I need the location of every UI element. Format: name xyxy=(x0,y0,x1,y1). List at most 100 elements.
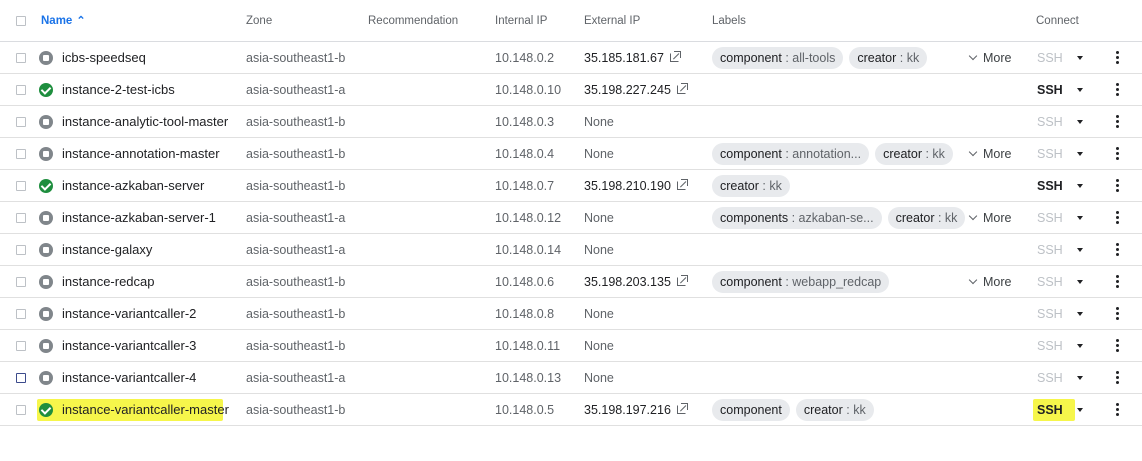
table-row[interactable]: instance-annotation-master asia-southeast… xyxy=(0,138,1142,170)
ssh-button[interactable]: SSH xyxy=(1037,42,1063,73)
ssh-options-dropdown[interactable] xyxy=(1077,394,1085,425)
instance-name-link[interactable]: instance-variantcaller-4 xyxy=(62,362,196,393)
table-row[interactable]: instance-redcap asia-southeast1-b 10.148.0… xyxy=(0,266,1142,298)
ssh-options-dropdown[interactable] xyxy=(1077,330,1085,361)
more-labels-button[interactable]: More xyxy=(968,202,1011,233)
row-checkbox[interactable] xyxy=(16,180,26,191)
more-actions-icon[interactable] xyxy=(1113,106,1121,137)
more-labels-button[interactable]: More xyxy=(968,42,1011,73)
external-link-icon[interactable] xyxy=(676,275,688,286)
select-all-checkbox[interactable] xyxy=(16,15,26,26)
instance-name-link[interactable]: instance-variantcaller-3 xyxy=(62,330,196,361)
external-ip-cell[interactable]: 35.198.197.216 xyxy=(584,394,688,425)
row-checkbox[interactable] xyxy=(16,308,26,319)
ssh-button[interactable]: SSH xyxy=(1037,138,1063,169)
sort-ascending-icon[interactable]: ⌃ xyxy=(76,14,85,27)
more-actions-icon[interactable] xyxy=(1113,138,1121,169)
internal-ip-column-header[interactable]: Internal IP xyxy=(495,0,547,41)
more-actions-icon[interactable] xyxy=(1113,394,1121,425)
row-checkbox[interactable] xyxy=(16,372,26,383)
row-checkbox[interactable] xyxy=(16,116,26,127)
row-checkbox[interactable] xyxy=(16,404,26,415)
table-row[interactable]: instance-2-test-icbs asia-southeast1-a 10.… xyxy=(0,74,1142,106)
recommendation-column-header[interactable]: Recommendation xyxy=(368,0,458,41)
table-row[interactable]: instance-azkaban-server asia-southeast1-b… xyxy=(0,170,1142,202)
external-ip-column-header[interactable]: External IP xyxy=(584,0,640,41)
label-chip[interactable]: creator : kk xyxy=(795,398,874,421)
label-chip[interactable]: component : webapp_redcap xyxy=(712,270,890,293)
external-link-icon[interactable] xyxy=(669,51,681,62)
more-actions-icon[interactable] xyxy=(1113,266,1121,297)
ssh-button[interactable]: SSH xyxy=(1037,266,1063,297)
row-select-cell[interactable] xyxy=(16,170,28,201)
row-select-cell[interactable] xyxy=(16,138,28,169)
more-actions-icon[interactable] xyxy=(1113,202,1121,233)
ssh-button[interactable]: SSH xyxy=(1037,394,1063,425)
row-select-cell[interactable] xyxy=(16,234,28,265)
ssh-options-dropdown[interactable] xyxy=(1077,298,1085,329)
instance-name-link[interactable]: instance-azkaban-server xyxy=(62,170,204,201)
label-chip[interactable]: creator : kk xyxy=(849,46,928,69)
ssh-options-dropdown[interactable] xyxy=(1077,170,1085,201)
select-all-cell[interactable] xyxy=(16,0,28,41)
table-row[interactable]: instance-variantcaller-master asia-southe… xyxy=(0,394,1142,426)
label-chip[interactable]: creator : kk xyxy=(875,142,953,165)
name-column-header[interactable]: Name ⌃ xyxy=(41,0,86,41)
row-select-cell[interactable] xyxy=(16,42,28,73)
instance-name-link[interactable]: instance-variantcaller-2 xyxy=(62,298,196,329)
row-select-cell[interactable] xyxy=(16,394,28,425)
more-actions-icon[interactable] xyxy=(1113,234,1121,265)
table-row[interactable]: instance-azkaban-server-1 asia-southeast1… xyxy=(0,202,1142,234)
zone-column-header[interactable]: Zone xyxy=(246,0,272,41)
instance-name-link[interactable]: instance-redcap xyxy=(62,266,155,297)
table-row[interactable]: instance-analytic-tool-master asia-southe… xyxy=(0,106,1142,138)
row-select-cell[interactable] xyxy=(16,266,28,297)
row-checkbox[interactable] xyxy=(16,340,26,351)
row-select-cell[interactable] xyxy=(16,202,28,233)
external-ip-cell[interactable]: 35.198.227.245 xyxy=(584,74,688,105)
instance-name-link[interactable]: instance-variantcaller-master xyxy=(62,394,229,425)
label-chip[interactable]: creator : kk xyxy=(712,174,790,197)
ssh-button[interactable]: SSH xyxy=(1037,234,1063,265)
instance-name-link[interactable]: instance-2-test-icbs xyxy=(62,74,175,105)
row-select-cell[interactable] xyxy=(16,298,28,329)
ssh-button[interactable]: SSH xyxy=(1037,170,1063,201)
label-chip[interactable]: component xyxy=(712,398,790,421)
row-select-cell[interactable] xyxy=(16,74,28,105)
ssh-options-dropdown[interactable] xyxy=(1077,74,1085,105)
row-checkbox[interactable] xyxy=(16,84,26,95)
label-chip[interactable]: components : azkaban-se... xyxy=(712,206,882,229)
more-actions-icon[interactable] xyxy=(1113,362,1121,393)
external-link-icon[interactable] xyxy=(676,83,688,94)
label-chip[interactable]: creator : kk xyxy=(887,206,966,229)
ssh-options-dropdown[interactable] xyxy=(1077,42,1085,73)
more-actions-icon[interactable] xyxy=(1113,74,1121,105)
row-select-cell[interactable] xyxy=(16,362,28,393)
instance-name-link[interactable]: instance-azkaban-server-1 xyxy=(62,202,216,233)
more-labels-button[interactable]: More xyxy=(968,138,1011,169)
more-actions-icon[interactable] xyxy=(1113,170,1121,201)
table-row[interactable]: instance-variantcaller-4 asia-southeast1-… xyxy=(0,362,1142,394)
row-checkbox[interactable] xyxy=(16,52,26,63)
row-checkbox[interactable] xyxy=(16,148,26,159)
row-checkbox[interactable] xyxy=(16,244,26,255)
ssh-options-dropdown[interactable] xyxy=(1077,202,1085,233)
label-chip[interactable]: component : annotation... xyxy=(712,142,870,165)
ssh-options-dropdown[interactable] xyxy=(1077,234,1085,265)
more-actions-icon[interactable] xyxy=(1113,330,1121,361)
external-link-icon[interactable] xyxy=(676,403,688,414)
table-row[interactable]: instance-variantcaller-2 asia-southeast1-… xyxy=(0,298,1142,330)
external-link-icon[interactable] xyxy=(676,179,688,190)
table-row[interactable]: instance-variantcaller-3 asia-southeast1-… xyxy=(0,330,1142,362)
ssh-button[interactable]: SSH xyxy=(1037,202,1063,233)
table-row[interactable]: instance-galaxy asia-southeast1-a 10.148.0… xyxy=(0,234,1142,266)
row-checkbox[interactable] xyxy=(16,276,26,287)
more-actions-icon[interactable] xyxy=(1113,298,1121,329)
row-checkbox[interactable] xyxy=(16,212,26,223)
ssh-button[interactable]: SSH xyxy=(1037,106,1063,137)
ssh-options-dropdown[interactable] xyxy=(1077,138,1085,169)
ssh-options-dropdown[interactable] xyxy=(1077,266,1085,297)
ssh-button[interactable]: SSH xyxy=(1037,330,1063,361)
more-actions-icon[interactable] xyxy=(1113,42,1121,73)
external-ip-cell[interactable]: 35.198.203.135 xyxy=(584,266,688,297)
